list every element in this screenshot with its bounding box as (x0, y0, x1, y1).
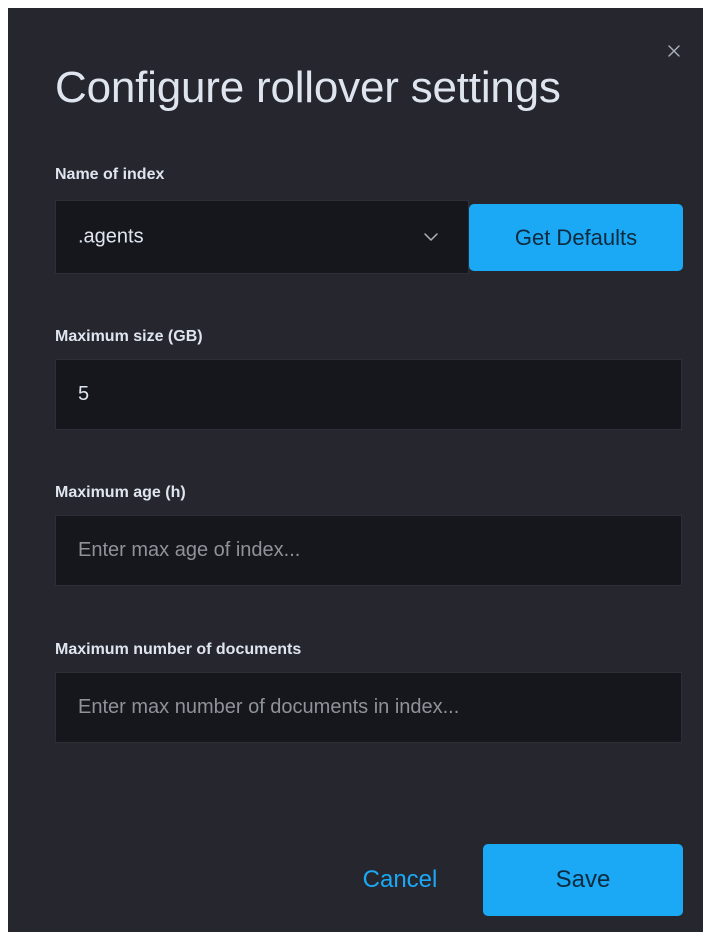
max-size-field (55, 359, 682, 430)
max-size-label: Maximum size (GB) (55, 328, 203, 345)
index-name-selected-value: .agents (78, 225, 144, 248)
close-button[interactable] (663, 40, 685, 62)
max-age-input[interactable] (56, 516, 681, 585)
rollover-settings-modal: Configure rollover settings Name of inde… (8, 8, 703, 932)
max-docs-label: Maximum number of documents (55, 641, 302, 658)
max-age-field (55, 515, 682, 586)
close-icon (668, 45, 680, 57)
modal-title: Configure rollover settings (55, 63, 561, 112)
cancel-button[interactable]: Cancel (330, 844, 470, 916)
max-docs-input[interactable] (56, 673, 681, 742)
chevron-down-icon (422, 231, 440, 243)
max-docs-field (55, 672, 682, 743)
index-name-label: Name of index (55, 166, 165, 183)
save-button[interactable]: Save (483, 844, 683, 916)
get-defaults-button[interactable]: Get Defaults (469, 204, 683, 271)
index-name-select[interactable]: .agents (55, 200, 469, 274)
max-age-label: Maximum age (h) (55, 484, 186, 501)
max-size-input[interactable] (56, 360, 681, 429)
